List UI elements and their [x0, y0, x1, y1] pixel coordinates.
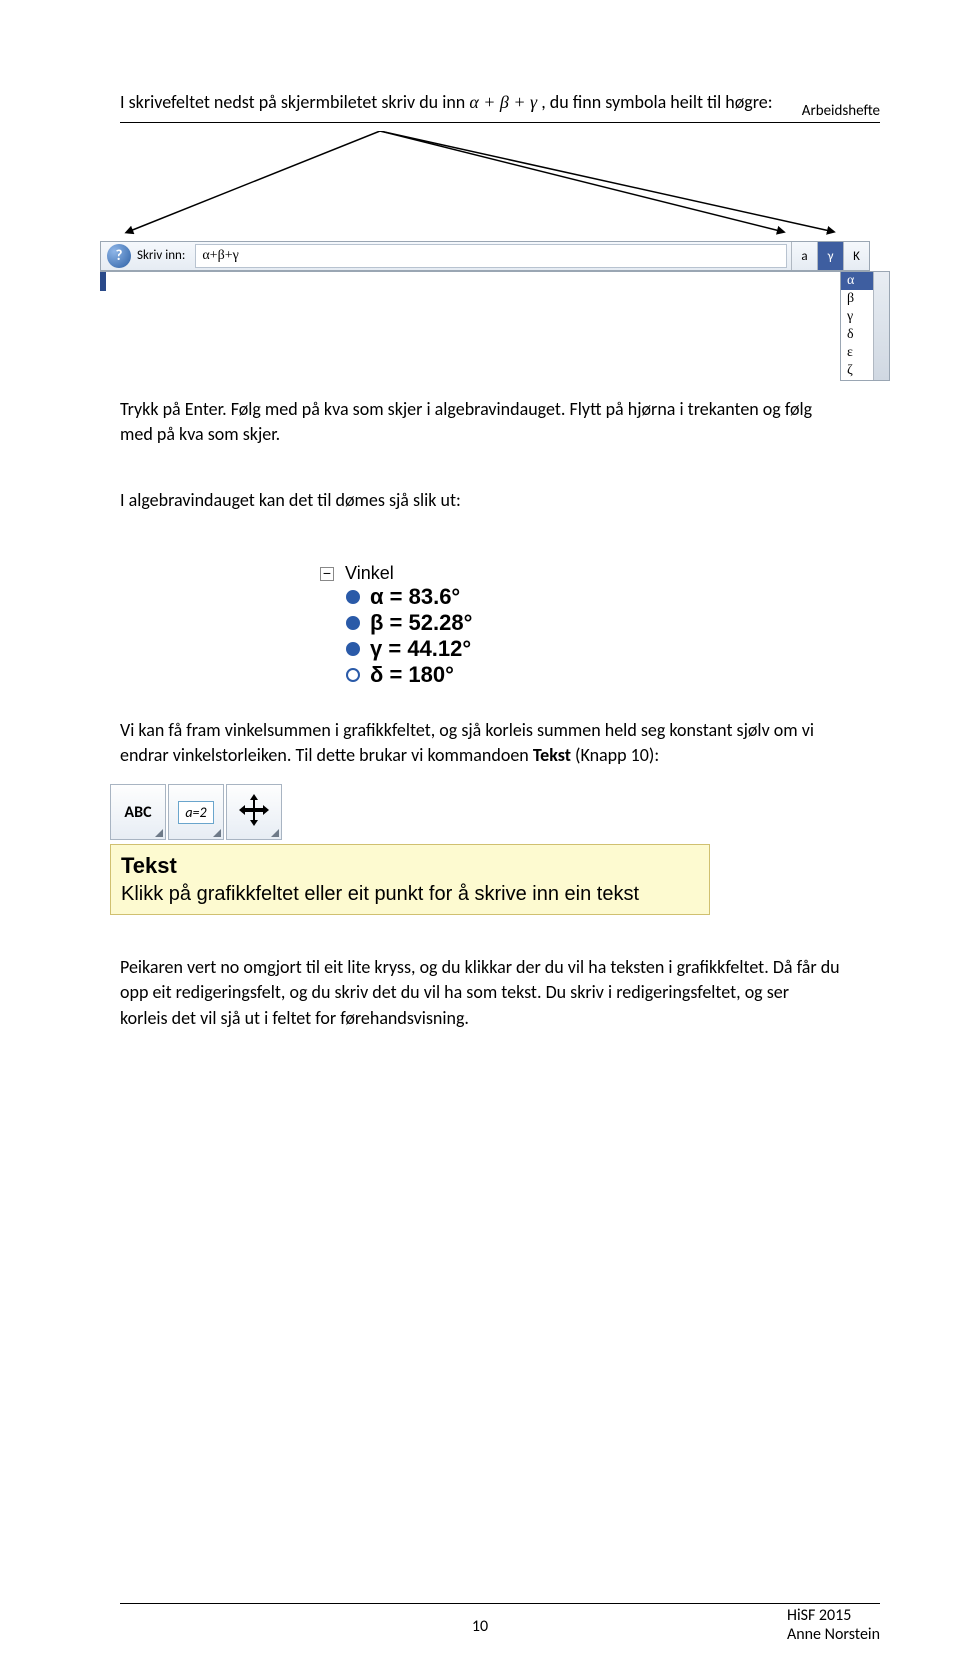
vinkel-header[interactable]: − Vinkel: [320, 563, 840, 584]
paragraph-2: Trykk på Enter. Følg med på kva som skje…: [120, 397, 840, 447]
keyboard-button[interactable]: K: [843, 242, 869, 270]
header-label: Arbeidshefte: [802, 102, 880, 120]
superscript-button[interactable]: a: [791, 242, 817, 270]
paragraph-1: I skrivefeltet nedst på skjermbiletet sk…: [120, 90, 840, 115]
dropdown-corner-icon[interactable]: [155, 829, 163, 837]
tool-move-view-button[interactable]: [226, 784, 282, 840]
slider-icon: a=2: [178, 801, 213, 824]
dropdown-corner-icon[interactable]: [213, 829, 221, 837]
vinkel-sym: δ: [370, 662, 383, 688]
dropdown-corner-icon[interactable]: [271, 829, 279, 837]
p1-post: , du finn symbola heilt til høgre:: [541, 91, 772, 113]
vinkel-sym: γ: [370, 636, 382, 662]
paragraph-4: Vi kan få fram vinkelsummen i grafikkfel…: [120, 718, 840, 768]
arrow-diagram: [120, 131, 840, 241]
visibility-toggle-icon[interactable]: [346, 590, 360, 604]
footer-rule: [120, 1603, 880, 1604]
visibility-toggle-icon[interactable]: [346, 642, 360, 656]
vinkel-title: Vinkel: [345, 563, 394, 583]
footer-line1: HiSF 2015: [787, 1606, 880, 1625]
panel-divider-row: [100, 271, 870, 291]
input-bar-screenshot: ? Skriv inn: α+β+γ a γ K α β γ δ ε ζ: [100, 241, 870, 291]
help-icon[interactable]: ?: [107, 244, 131, 268]
vinkel-val: 52.28°: [409, 610, 473, 636]
footer-line2: Anne Norstein: [787, 1625, 880, 1644]
collapse-icon[interactable]: −: [320, 567, 334, 581]
paragraph-3: I algebravindauget kan det til dømes sjå…: [120, 488, 840, 513]
p1-pre: I skrivefeltet nedst på skjermbiletet sk…: [120, 91, 469, 113]
abc-icon: ABC: [124, 803, 151, 822]
footer-right: HiSF 2015 Anne Norstein: [787, 1606, 880, 1644]
input-label: Skriv inn:: [135, 242, 191, 270]
vinkel-row-delta[interactable]: δ = 180°: [346, 662, 840, 688]
tooltip-title: Tekst: [121, 853, 699, 879]
vinkel-val: 44.12°: [407, 636, 471, 662]
visibility-toggle-icon[interactable]: [346, 668, 360, 682]
p1-formula: α + β + γ: [469, 92, 537, 112]
vinkel-sym: β: [370, 610, 383, 636]
paragraph-5: Peikaren vert no omgjort til eit lite kr…: [120, 955, 840, 1031]
tool-slider-button[interactable]: a=2: [168, 784, 224, 840]
formula-input[interactable]: α+β+γ: [195, 244, 787, 268]
tool-tooltip: Tekst Klikk på grafikkfeltet eller eit p…: [110, 844, 710, 915]
p4-pre: Vi kan få fram vinkelsummen i grafikkfel…: [120, 719, 814, 766]
p4-bold: Tekst: [533, 744, 571, 766]
symbol-picker-button[interactable]: γ: [817, 242, 843, 270]
tooltip-desc: Klikk på grafikkfeltet eller eit punkt f…: [121, 883, 699, 906]
symbol-dropdown[interactable]: α β γ δ ε ζ: [840, 271, 890, 381]
algebra-view-snippet: − Vinkel α = 83.6° β = 52.28° γ = 44.12°…: [320, 563, 840, 688]
vinkel-val: 180°: [408, 662, 454, 688]
visibility-toggle-icon[interactable]: [346, 616, 360, 630]
vinkel-row-beta[interactable]: β = 52.28°: [346, 610, 840, 636]
vinkel-row-gamma[interactable]: γ = 44.12°: [346, 636, 840, 662]
vinkel-row-alpha[interactable]: α = 83.6°: [346, 584, 840, 610]
vinkel-val: 83.6°: [409, 584, 461, 610]
toolbar-screenshot: ABC a=2: [110, 784, 840, 840]
dropdown-scrollbar[interactable]: [873, 272, 889, 380]
vinkel-sym: α: [370, 584, 384, 610]
header-rule: [120, 122, 880, 123]
move-arrows-icon: [236, 792, 272, 833]
tool-text-button[interactable]: ABC: [110, 784, 166, 840]
p4-post: (Knapp 10):: [575, 744, 659, 766]
